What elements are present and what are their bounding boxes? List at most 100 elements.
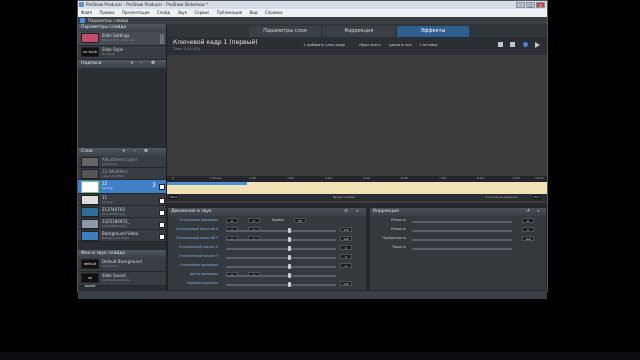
value-input[interactable]: 0 [522,218,534,223]
value-slider[interactable] [412,248,512,250]
diamond-icon[interactable] [523,42,528,47]
next-icon[interactable] [510,42,515,47]
keyframe-title: Ключевой кадр 1 (первый) [173,39,258,46]
layer-row[interactable]: 1325180972_ 1325180972.jpg [78,218,166,230]
tab-effects[interactable]: Эффекты [397,26,469,37]
close-window-button[interactable]: × [536,2,545,8]
value-input[interactable]: 100 [340,236,352,241]
layer-sub: Layer modifier [102,174,124,178]
layer-row[interactable]: Background Video Background Video [78,230,166,242]
slider-knob[interactable] [288,237,291,242]
layer-visible-checkbox[interactable] [159,234,165,240]
menu-file[interactable]: Файл [78,9,95,17]
value-input[interactable]: 100 [522,236,534,241]
menu-slide[interactable]: Слайд [154,9,173,17]
menu-help[interactable]: Справка [262,9,286,17]
add-caption-icon[interactable]: + [130,60,134,68]
value-input[interactable]: 100 [340,227,352,232]
value-input[interactable]: 0 [340,254,352,259]
dialog-icon [80,18,85,23]
slider-knob[interactable] [288,228,291,233]
gear-icon[interactable]: ⚙ [144,148,148,156]
slide-sound-item[interactable]: no sound Slide Sound Set Sound to Slide [78,272,166,288]
reset-all-button[interactable]: сброс всего [359,43,381,47]
value-input[interactable]: 0 [226,218,238,223]
value-slider[interactable] [226,275,336,277]
menu-publish[interactable]: Публикация [214,9,246,17]
tick-label: 3,00 [287,176,294,180]
layer-visible-checkbox[interactable] [159,184,165,190]
slider-knob[interactable] [288,246,291,251]
tab-correction[interactable]: Коррекция [323,26,395,37]
default-background-item[interactable]: default Default Background Solid Color [78,258,166,272]
value-slider[interactable] [226,284,336,286]
add-layer-icon[interactable]: + [122,148,126,156]
slider-knob[interactable] [288,255,291,260]
layer-row[interactable]: 11 11.png [78,194,166,206]
captions-list [78,68,166,148]
value-slider[interactable] [226,266,336,268]
reset-icon[interactable]: ↺ [526,208,530,216]
value-slider[interactable] [412,221,512,223]
motion-row-label: Центр вращения [189,272,218,276]
value-input[interactable]: 100 [340,281,352,286]
tick-label: 0 [172,176,174,180]
correction-row: Резкость 0 [370,225,546,234]
curve-label: Кривая [272,218,285,222]
layer-row-selected[interactable]: 12 12.png 3 [78,180,166,194]
menu-presentation[interactable]: Презентация [119,9,153,17]
delete-all-button[interactable]: удалить все [389,43,412,47]
menu-edit[interactable]: Правка [96,9,117,17]
tick-label: 10,00 [535,176,544,180]
value-slider[interactable] [226,239,336,241]
menu-view[interactable]: Вид [246,9,260,17]
play-icon[interactable] [535,42,540,48]
tick-label: 7,00 [439,176,446,180]
value-slider[interactable] [412,230,512,232]
layer-visible-checkbox[interactable] [159,222,165,228]
remove-caption-icon[interactable]: – [140,60,142,68]
maximize-button[interactable]: □ [526,2,535,8]
prev-icon[interactable] [498,42,503,47]
layer-row[interactable]: 213740703 213740703.jpg [78,206,166,218]
menu-sound[interactable]: Звук [174,9,190,17]
value-slider[interactable] [226,257,336,259]
slider-knob[interactable] [288,273,291,278]
captions-header-text: Надписи [81,61,102,66]
add-keyframe-button[interactable]: + добавить ключ.кадр [303,43,345,47]
reset-icon[interactable]: ↺ [344,208,348,216]
value-slider[interactable] [226,248,336,250]
motion-row: Отклоняемый масштаб Y00100 [168,234,366,243]
slide-style-item[interactable]: no style Slide Style No Style [78,46,166,60]
motion-sound-panel: Движения и звук ↺ » Отклонение движения 0… [167,207,367,291]
slider-knob[interactable] [288,282,291,287]
insert-button[interactable]: + вставка [419,43,438,47]
correction-panel-header: Коррекция ↺ » [370,208,546,216]
layer-row[interactable]: 12 (Modifier) Layer modifier [78,168,166,180]
value-input[interactable]: 56 [294,218,306,223]
layer-visible-checkbox[interactable] [159,198,165,204]
menu-service[interactable]: Сервис [191,9,212,17]
remove-layer-icon[interactable]: – [134,148,136,156]
tick-label: 6,00 [401,176,408,180]
correction-row-label: Прозрачность [382,236,406,240]
layer-sub: 1325180972.jpg [102,224,127,228]
timeline[interactable]: 0 1,00 sec 2,00 3,00 4,00 5,00 6,00 7,00… [167,176,547,204]
double-chevron-icon[interactable]: » [537,208,540,216]
layer-visible-checkbox[interactable] [159,210,165,216]
minimize-button[interactable]: – [516,2,525,8]
slider-knob[interactable] [288,264,291,269]
double-chevron-icon[interactable]: » [356,208,359,216]
value-slider[interactable] [412,239,512,241]
value-input[interactable]: 0 [248,218,260,223]
value-input[interactable]: 0 [522,227,534,232]
correction-row-label: Яркость [392,245,406,249]
value-input[interactable]: 0 [340,245,352,250]
gear-icon[interactable]: ⚙ [151,60,155,68]
value-slider[interactable] [226,230,336,232]
tab-layer-settings[interactable]: Параметры слоя [249,26,321,37]
value-input[interactable]: 0 [340,263,352,268]
slide-settings-item[interactable]: Slide Settings Slide 1 of 1 - 10.0 sec [78,32,166,46]
layer-row[interactable]: Adjustment Layer (disabled) [78,156,166,168]
tick-label: 8,00 [477,176,484,180]
